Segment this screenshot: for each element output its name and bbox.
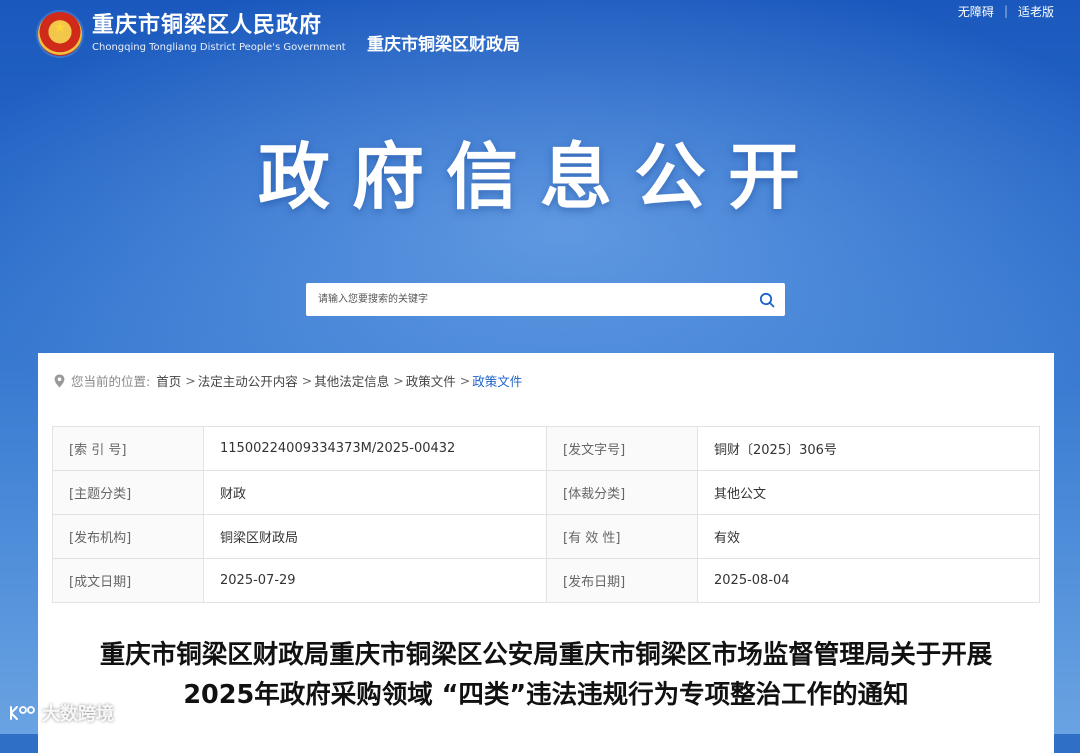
meta-label: [主题分类] [52,470,204,515]
site-name-en: Chongqing Tongliang District People's Go… [92,42,346,53]
watermark-logo-icon [10,706,35,720]
elderly-mode-link[interactable]: 适老版 [1018,3,1054,20]
watermark: 大数跨境 [8,700,114,726]
breadcrumb-item[interactable]: 法定主动公开内容 [198,371,298,390]
meta-value: 铜财〔2025〕306号 [697,426,1040,471]
meta-label: [成文日期] [52,558,204,603]
search-bar [306,283,785,316]
table-row: [发布机构] 铜梁区财政局 [有 效 性] 有效 [52,514,1040,559]
watermark-text: 大数跨境 [42,704,114,725]
search-button[interactable] [749,283,785,316]
table-row: [索 引 号] 11500224009334373M/2025-00432 [发… [52,426,1040,471]
content-panel: 您当前的位置: 首页 > 法定主动公开内容 > 其他法定信息 > 政策文件 > … [38,353,1054,753]
location-pin-icon [54,374,65,387]
meta-label: [有 效 性] [546,514,698,559]
top-utility-bar: 无障碍 | 适老版 [958,0,1080,22]
meta-label: [索 引 号] [52,426,204,471]
hero-title: 政府信息公开 [257,135,822,219]
topbar-separator: | [1003,4,1008,18]
breadcrumb-prefix: 您当前的位置: [71,374,151,389]
breadcrumb-item[interactable]: 其他法定信息 [314,371,389,390]
meta-value: 有效 [697,514,1040,559]
meta-label: [发布日期] [546,558,698,603]
breadcrumb: 您当前的位置: 首页 > 法定主动公开内容 > 其他法定信息 > 政策文件 > … [54,371,522,390]
meta-label: [体裁分类] [546,470,698,515]
national-emblem-icon [38,12,82,56]
meta-value: 其他公文 [697,470,1040,515]
site-logo[interactable]: 重庆市铜梁区人民政府 Chongqing Tongliang District … [38,12,346,56]
meta-label: [发布机构] [52,514,204,559]
breadcrumb-home[interactable]: 首页 [156,371,181,390]
meta-value: 铜梁区财政局 [203,514,547,559]
meta-value: 财政 [203,470,547,515]
meta-value: 2025-08-04 [697,558,1040,603]
document-metadata-table: [索 引 号] 11500224009334373M/2025-00432 [发… [52,426,1040,603]
breadcrumb-item[interactable]: 政策文件 [406,371,456,390]
meta-label: [发文字号] [546,426,698,471]
meta-value: 11500224009334373M/2025-00432 [203,426,547,471]
department-name[interactable]: 重庆市铜梁区财政局 [367,30,520,55]
table-row: [主题分类] 财政 [体裁分类] 其他公文 [52,470,1040,515]
breadcrumb-current[interactable]: 政策文件 [472,371,522,390]
accessibility-link[interactable]: 无障碍 [958,3,994,20]
table-row: [成文日期] 2025-07-29 [发布日期] 2025-08-04 [52,558,1040,603]
search-icon [759,292,775,307]
document-title-line2: 2025年政府采购领域 “四类”违法违规行为专项整治工作的通知 [183,680,909,710]
meta-value: 2025-07-29 [203,558,547,603]
document-title: 重庆市铜梁区财政局重庆市铜梁区公安局重庆市铜梁区市场监督管理局关于开展 2025… [38,635,1054,715]
document-title-line1: 重庆市铜梁区财政局重庆市铜梁区公安局重庆市铜梁区市场监督管理局关于开展 [99,640,993,670]
site-name-cn: 重庆市铜梁区人民政府 [92,13,323,38]
search-input[interactable] [306,283,749,316]
